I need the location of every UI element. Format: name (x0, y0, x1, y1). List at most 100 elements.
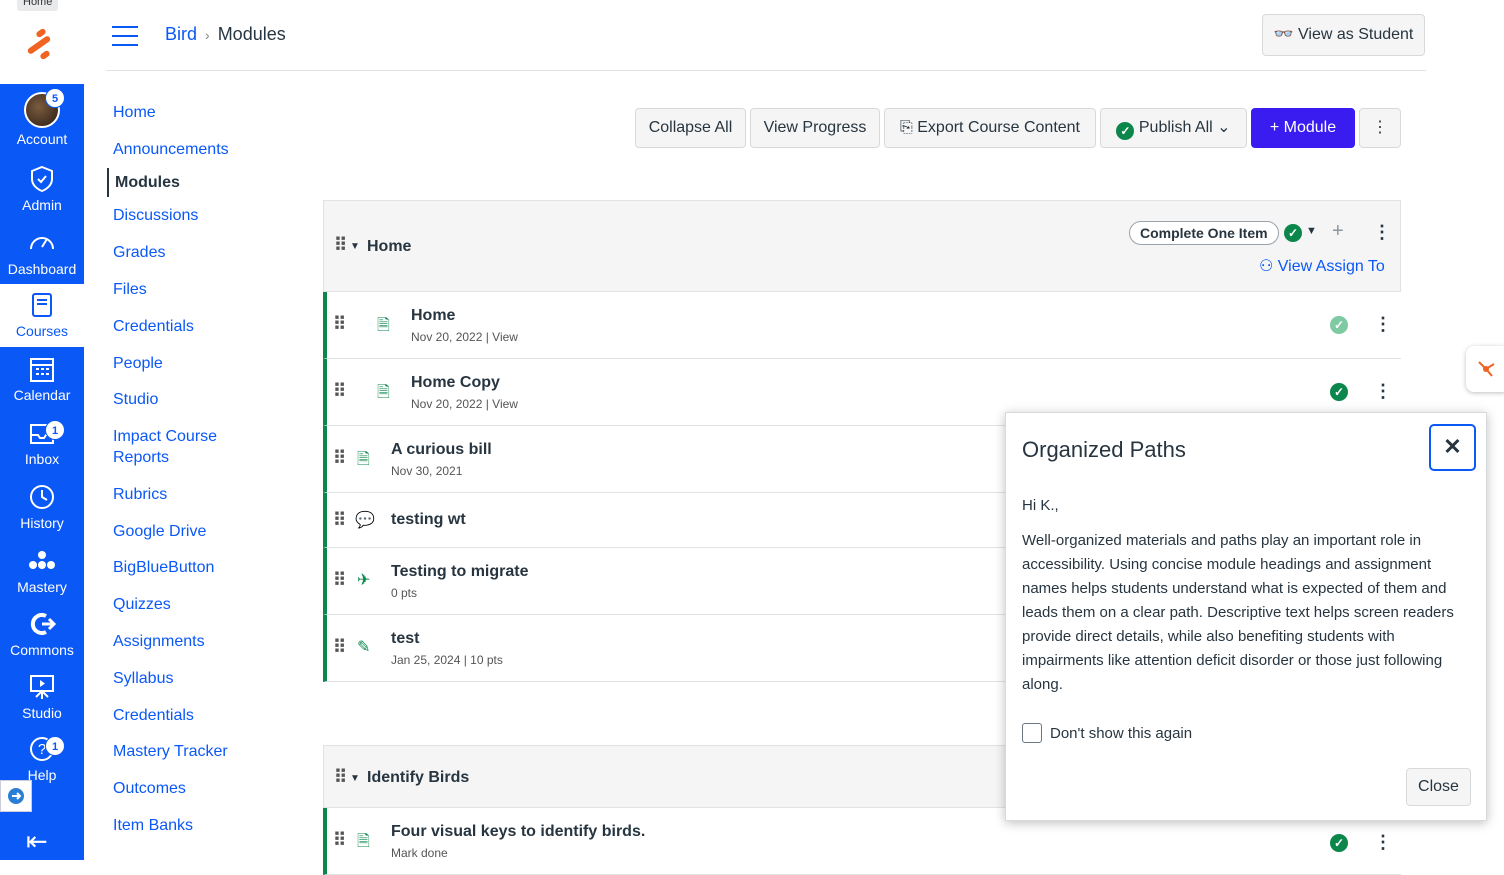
instructure-logo-icon[interactable] (22, 24, 62, 64)
view-progress-button[interactable]: View Progress (750, 108, 880, 148)
module-published-icon[interactable]: ✓ (1284, 224, 1302, 242)
nav-calendar[interactable]: Calendar (0, 354, 84, 417)
item-kebab-icon[interactable]: ⋮ (1374, 314, 1392, 335)
course-nav-assignments[interactable]: Assignments (107, 631, 297, 652)
course-nav-google-drive[interactable]: Google Drive (107, 521, 297, 542)
checkbox-box[interactable] (1022, 723, 1042, 743)
nav-courses-label: Courses (15, 323, 69, 339)
course-nav-rubrics[interactable]: Rubrics (107, 484, 297, 505)
publish-chevron-down-icon[interactable]: ▼ (1306, 225, 1317, 237)
drag-handle-icon[interactable]: ⠿ (333, 314, 346, 335)
module-kebab-icon[interactable]: ⋮ (1373, 222, 1391, 243)
module-header[interactable]: ⠿ ▼ Home Complete One Item ✓ ▼ + ⋮ ⚇ Vie… (323, 200, 1401, 292)
course-nav-credentials[interactable]: Credentials (107, 316, 297, 337)
dont-show-again-checkbox[interactable]: Don't show this again (1022, 723, 1192, 743)
course-nav-outcomes[interactable]: Outcomes (107, 778, 297, 799)
course-nav-mastery-tracker[interactable]: Mastery Tracker (107, 741, 297, 762)
published-check-icon[interactable]: ✓ (1330, 834, 1348, 852)
drag-handle-icon[interactable]: ⠿ (333, 381, 346, 402)
item-title[interactable]: Home Copy (411, 374, 500, 392)
item-meta: Nov 30, 2021 (391, 464, 463, 478)
item-kebab-icon[interactable]: ⋮ (1374, 381, 1392, 402)
nav-inbox-label: Inbox (24, 451, 60, 467)
course-nav-item-banks[interactable]: Item Banks (107, 815, 297, 836)
nav-history-label: History (20, 515, 64, 531)
course-nav-credentials-2[interactable]: Credentials (107, 705, 297, 726)
nav-account[interactable]: 5 Account (0, 86, 84, 149)
side-widget-tab[interactable] (1466, 346, 1504, 392)
nav-dashboard-label: Dashboard (7, 261, 77, 277)
collapse-all-button[interactable]: Collapse All (635, 108, 746, 148)
item-title[interactable]: test (391, 630, 419, 648)
module-item[interactable]: ⠿ 🗎 Home Nov 20, 2022 | View ✓ ⋮ (323, 292, 1401, 359)
course-nav-studio[interactable]: Studio (107, 389, 297, 410)
add-item-plus-icon[interactable]: + (1332, 220, 1344, 243)
help-badge: 1 (45, 736, 65, 756)
nav-account-label: Account (16, 131, 68, 147)
breadcrumb-current-page: Modules (217, 24, 286, 44)
item-title[interactable]: A curious bill (391, 441, 492, 459)
drag-handle-icon[interactable]: ⠿ (333, 570, 346, 591)
breadcrumb-course-link[interactable]: Bird (165, 24, 197, 44)
course-menu-toggle[interactable] (112, 26, 138, 46)
view-as-student-button[interactable]: 👓 View as Student (1262, 14, 1425, 56)
calendar-icon (30, 358, 54, 382)
publish-all-button[interactable]: ✓ Publish All ⌄ (1100, 108, 1247, 148)
item-kebab-icon[interactable]: ⋮ (1374, 832, 1392, 853)
rocket-quiz-icon: ✈ (357, 572, 371, 589)
book-icon (32, 293, 52, 317)
item-title[interactable]: Testing to migrate (391, 563, 529, 581)
chat-widget-icon[interactable] (0, 780, 32, 812)
drag-handle-icon[interactable]: ⠿ (333, 637, 346, 658)
export-course-content-button[interactable]: ⎘ Export Course Content (884, 108, 1096, 148)
export-icon: ⎘ (899, 119, 913, 136)
nav-mastery[interactable]: Mastery (0, 546, 84, 609)
course-nav: Home Announcements Modules Discussions G… (107, 94, 297, 836)
home-tooltip: Home (17, 0, 59, 11)
instructure-spark-icon (1478, 361, 1495, 377)
published-check-icon: ✓ (1116, 122, 1135, 140)
course-nav-discussions[interactable]: Discussions (107, 205, 297, 226)
published-check-icon[interactable]: ✓ (1330, 383, 1348, 401)
drag-handle-icon[interactable]: ⠿ (334, 235, 347, 256)
nav-dashboard[interactable]: Dashboard (0, 228, 84, 291)
nav-admin[interactable]: Admin (0, 164, 84, 227)
item-title[interactable]: testing wt (391, 511, 466, 529)
course-nav-syllabus[interactable]: Syllabus (107, 668, 297, 689)
course-nav-home[interactable]: Home (107, 102, 297, 123)
item-title[interactable]: Home (411, 307, 455, 325)
course-nav-people[interactable]: People (107, 353, 297, 374)
drag-handle-icon[interactable]: ⠿ (333, 448, 346, 469)
view-assign-to-link[interactable]: ⚇ View Assign To (1259, 256, 1385, 276)
nav-commons[interactable]: Commons (0, 609, 84, 672)
item-meta: Mark done (391, 846, 448, 860)
page-icon: 🗎 (377, 384, 390, 401)
drag-handle-icon[interactable]: ⠿ (333, 830, 346, 851)
collapse-nav-icon[interactable]: ⇤ (26, 826, 48, 857)
nav-history[interactable]: History (0, 482, 84, 545)
nav-studio[interactable]: Studio (0, 672, 84, 735)
dialog-close-x-icon[interactable]: ✕ (1429, 424, 1476, 471)
course-nav-files[interactable]: Files (107, 279, 297, 300)
item-title[interactable]: Four visual keys to identify birds. (391, 823, 645, 841)
add-module-button[interactable]: + Module (1251, 108, 1355, 148)
more-options-kebab-icon[interactable]: ⋮ (1359, 108, 1401, 148)
assignment-icon: ✎ (357, 639, 371, 656)
nav-courses[interactable]: Courses (0, 284, 84, 347)
drag-handle-icon[interactable]: ⠿ (333, 510, 346, 531)
chevron-down-icon: ⌄ (1217, 119, 1231, 136)
shield-icon (31, 165, 53, 193)
published-check-icon[interactable]: ✓ (1330, 316, 1348, 334)
course-nav-impact-course-reports[interactable]: Impact Course Reports (107, 426, 237, 468)
breadcrumb-chevron-icon: › (205, 27, 210, 43)
course-nav-quizzes[interactable]: Quizzes (107, 594, 297, 615)
dialog-close-button[interactable]: Close (1406, 768, 1471, 806)
nav-inbox[interactable]: 1 Inbox (0, 418, 84, 481)
drag-handle-icon[interactable]: ⠿ (334, 767, 347, 788)
collapse-caret-icon[interactable]: ▼ (350, 241, 360, 252)
course-nav-grades[interactable]: Grades (107, 242, 297, 263)
course-nav-bigbluebutton[interactable]: BigBlueButton (107, 557, 297, 578)
course-nav-modules[interactable]: Modules (107, 168, 297, 197)
course-nav-announcements[interactable]: Announcements (107, 139, 297, 160)
collapse-caret-icon[interactable]: ▼ (350, 773, 360, 784)
